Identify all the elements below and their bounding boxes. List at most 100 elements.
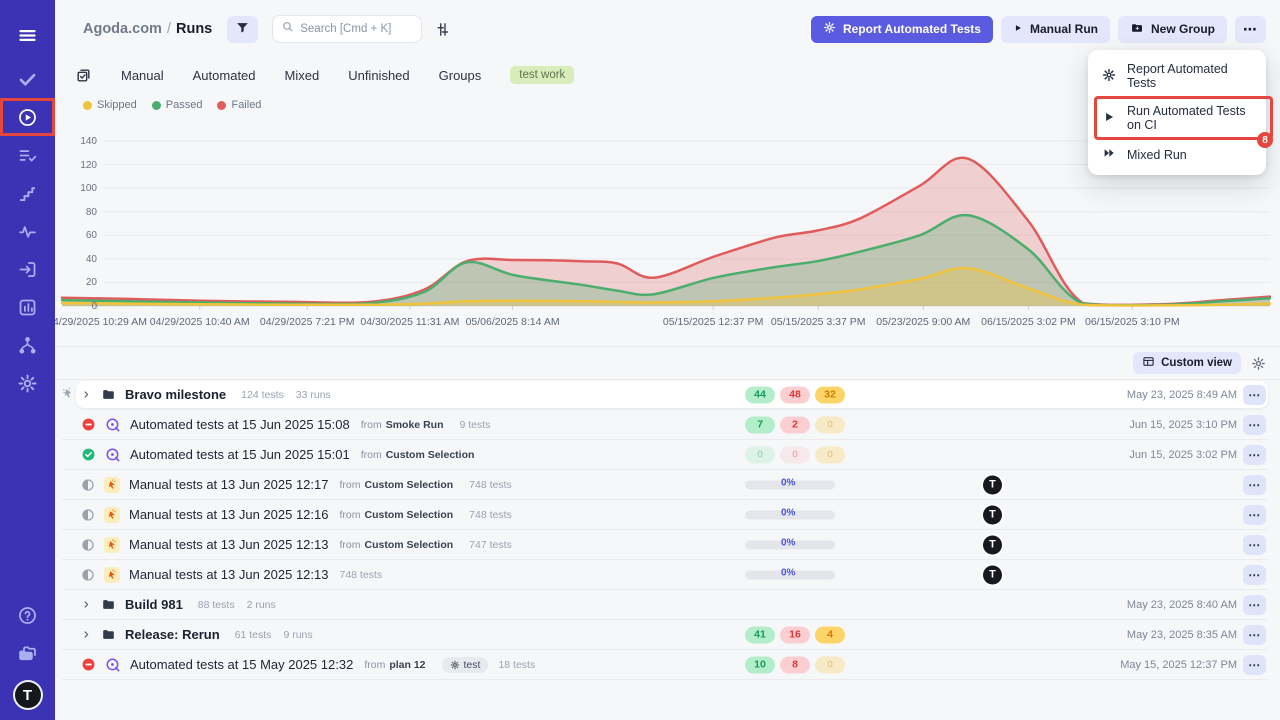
sidebar-item-reports[interactable] bbox=[0, 288, 55, 326]
folder-icon bbox=[101, 597, 116, 612]
test-tag-badge[interactable]: test bbox=[442, 657, 489, 673]
x-axis-tick-label: 04/29/2025 7:21 PM bbox=[260, 316, 355, 328]
table-row-run[interactable]: Manual tests at 13 Jun 2025 12:13 from C… bbox=[62, 530, 1268, 560]
failed-dot-icon bbox=[217, 101, 226, 110]
view-settings-gear-icon[interactable] bbox=[1251, 356, 1266, 371]
tab-mixed[interactable]: Mixed bbox=[285, 68, 320, 83]
run-title[interactable]: Manual tests at 13 Jun 2025 12:17 bbox=[129, 477, 328, 492]
assignee-avatar[interactable]: T bbox=[983, 535, 1002, 554]
play-icon bbox=[1013, 22, 1023, 36]
table-row-run[interactable]: Automated tests at 15 Jun 2025 15:08 fro… bbox=[62, 410, 1268, 440]
table-row-run[interactable]: Manual tests at 13 Jun 2025 12:16 from C… bbox=[62, 500, 1268, 530]
breadcrumb-project[interactable]: Agoda.com bbox=[83, 21, 162, 37]
row-more-button[interactable]: ⋯ bbox=[1243, 385, 1266, 405]
progress-bar: 0% bbox=[745, 510, 835, 519]
tab-groups[interactable]: Groups bbox=[439, 68, 482, 83]
runs-table: Bravo milestone 124 tests 33 runs 44 48 … bbox=[62, 380, 1268, 680]
table-row-group[interactable]: Build 981 88 tests 2 runs May 23, 2025 8… bbox=[62, 590, 1268, 620]
run-title[interactable]: Manual tests at 13 Jun 2025 12:13 bbox=[129, 567, 328, 582]
row-more-button[interactable]: ⋯ bbox=[1243, 595, 1266, 615]
x-axis-tick-label: 06/15/2025 3:02 PM bbox=[981, 316, 1076, 328]
runs-count: 33 runs bbox=[296, 389, 331, 401]
sidebar-item-branches[interactable] bbox=[0, 326, 55, 364]
table-row-run[interactable]: Manual tests at 13 Jun 2025 12:17 from C… bbox=[62, 470, 1268, 500]
run-source: Custom Selection bbox=[364, 539, 453, 551]
automated-run-icon bbox=[105, 417, 121, 433]
manual-run-button[interactable]: Manual Run bbox=[1001, 16, 1110, 43]
row-more-button[interactable]: ⋯ bbox=[1243, 475, 1266, 495]
sidebar-item-tests[interactable] bbox=[0, 60, 55, 98]
x-axis-tick-label: 04/29/2025 10:29 AM bbox=[55, 316, 147, 328]
table-row-run[interactable]: Manual tests at 13 Jun 2025 12:13 748 te… bbox=[62, 560, 1268, 590]
skipped-badge: 0 bbox=[815, 446, 845, 463]
run-title[interactable]: Automated tests at 15 Jun 2025 15:08 bbox=[130, 417, 350, 432]
row-more-button[interactable]: ⋯ bbox=[1243, 655, 1266, 675]
skipped-badge: 32 bbox=[815, 386, 845, 403]
legend-passed[interactable]: Passed bbox=[152, 99, 203, 111]
projects-icon[interactable] bbox=[0, 634, 55, 672]
row-more-button[interactable]: ⋯ bbox=[1243, 445, 1266, 465]
assignee-avatar[interactable]: T bbox=[983, 475, 1002, 494]
run-title[interactable]: Automated tests at 15 Jun 2025 15:01 bbox=[130, 447, 350, 462]
report-automated-tests-button[interactable]: Report Automated Tests bbox=[811, 16, 993, 43]
row-more-button[interactable]: ⋯ bbox=[1243, 505, 1266, 525]
run-title[interactable]: Manual tests at 13 Jun 2025 12:16 bbox=[129, 507, 328, 522]
menu-item-run-automated-tests-on-ci[interactable]: Run Automated Tests on CI 8 bbox=[1088, 97, 1266, 139]
chevron-right-icon[interactable] bbox=[81, 629, 92, 640]
menu-item-report-automated-tests[interactable]: Report Automated Tests bbox=[1088, 55, 1266, 97]
main-content: Agoda.com/Runs Report Automated Tests M bbox=[55, 0, 1280, 720]
tab-automated[interactable]: Automated bbox=[193, 68, 256, 83]
table-row-group[interactable]: Bravo milestone 124 tests 33 runs 44 48 … bbox=[62, 380, 1268, 410]
y-axis-tick-label: 40 bbox=[62, 254, 97, 265]
run-date: May 23, 2025 8:35 AM bbox=[1127, 629, 1237, 641]
run-source: Custom Selection bbox=[364, 479, 453, 491]
filter-button[interactable] bbox=[227, 16, 258, 43]
table-row-run[interactable]: Automated tests at 15 May 2025 12:32 fro… bbox=[62, 650, 1268, 680]
run-title[interactable]: Manual tests at 13 Jun 2025 12:13 bbox=[129, 537, 328, 552]
help-icon[interactable] bbox=[0, 596, 55, 634]
row-more-button[interactable]: ⋯ bbox=[1243, 535, 1266, 555]
progress-value: 0% bbox=[781, 507, 795, 518]
progress-value: 0% bbox=[781, 567, 795, 578]
table-row-group[interactable]: Release: Rerun 61 tests 9 runs 41 16 4 M… bbox=[62, 620, 1268, 650]
row-more-button[interactable]: ⋯ bbox=[1243, 625, 1266, 645]
assignee-avatar[interactable]: T bbox=[983, 565, 1002, 584]
group-name[interactable]: Release: Rerun bbox=[125, 627, 220, 642]
select-all-icon[interactable] bbox=[75, 67, 92, 84]
group-name[interactable]: Build 981 bbox=[125, 597, 183, 612]
row-more-button[interactable]: ⋯ bbox=[1243, 415, 1266, 435]
custom-view-button[interactable]: Custom view bbox=[1133, 352, 1241, 374]
row-more-button[interactable]: ⋯ bbox=[1243, 565, 1266, 585]
group-name[interactable]: Bravo milestone bbox=[125, 387, 226, 402]
sidebar-item-settings[interactable] bbox=[0, 364, 55, 402]
automated-run-icon bbox=[105, 447, 121, 463]
tab-unfinished[interactable]: Unfinished bbox=[348, 68, 409, 83]
sidebar-item-import[interactable] bbox=[0, 250, 55, 288]
legend-skipped[interactable]: Skipped bbox=[83, 99, 137, 111]
chevron-right-icon[interactable] bbox=[81, 599, 92, 610]
legend-failed[interactable]: Failed bbox=[217, 99, 261, 111]
result-badges: 41 16 4 bbox=[745, 626, 845, 643]
new-group-button[interactable]: New Group bbox=[1118, 16, 1227, 43]
search-input[interactable] bbox=[300, 23, 413, 35]
result-badges: 10 8 0 bbox=[745, 656, 845, 673]
tests-count: 748 tests bbox=[469, 479, 512, 491]
sidebar-item-test-plans[interactable] bbox=[0, 136, 55, 174]
tag-filter-badge[interactable]: test work bbox=[510, 66, 574, 84]
x-axis-tick-label: 05/23/2025 9:00 AM bbox=[876, 316, 970, 328]
view-toolbar: Custom view bbox=[55, 346, 1280, 380]
assignee-avatar[interactable]: T bbox=[983, 505, 1002, 524]
sidebar-item-runs[interactable] bbox=[0, 98, 55, 136]
tab-manual[interactable]: Manual bbox=[121, 68, 164, 83]
hamburger-menu-icon[interactable] bbox=[0, 16, 55, 54]
adjustments-icon[interactable] bbox=[434, 21, 451, 38]
brand-logo[interactable]: T bbox=[15, 682, 41, 708]
sidebar-item-milestones[interactable] bbox=[0, 174, 55, 212]
run-title[interactable]: Automated tests at 15 May 2025 12:32 bbox=[130, 657, 353, 672]
chevron-right-icon[interactable] bbox=[81, 389, 92, 400]
sidebar-item-pulse[interactable] bbox=[0, 212, 55, 250]
y-axis-tick-label: 100 bbox=[62, 183, 97, 194]
more-actions-button[interactable]: ⋯ bbox=[1235, 16, 1266, 43]
table-row-run[interactable]: Automated tests at 15 Jun 2025 15:01 fro… bbox=[62, 440, 1268, 470]
menu-item-mixed-run[interactable]: Mixed Run bbox=[1088, 139, 1266, 170]
